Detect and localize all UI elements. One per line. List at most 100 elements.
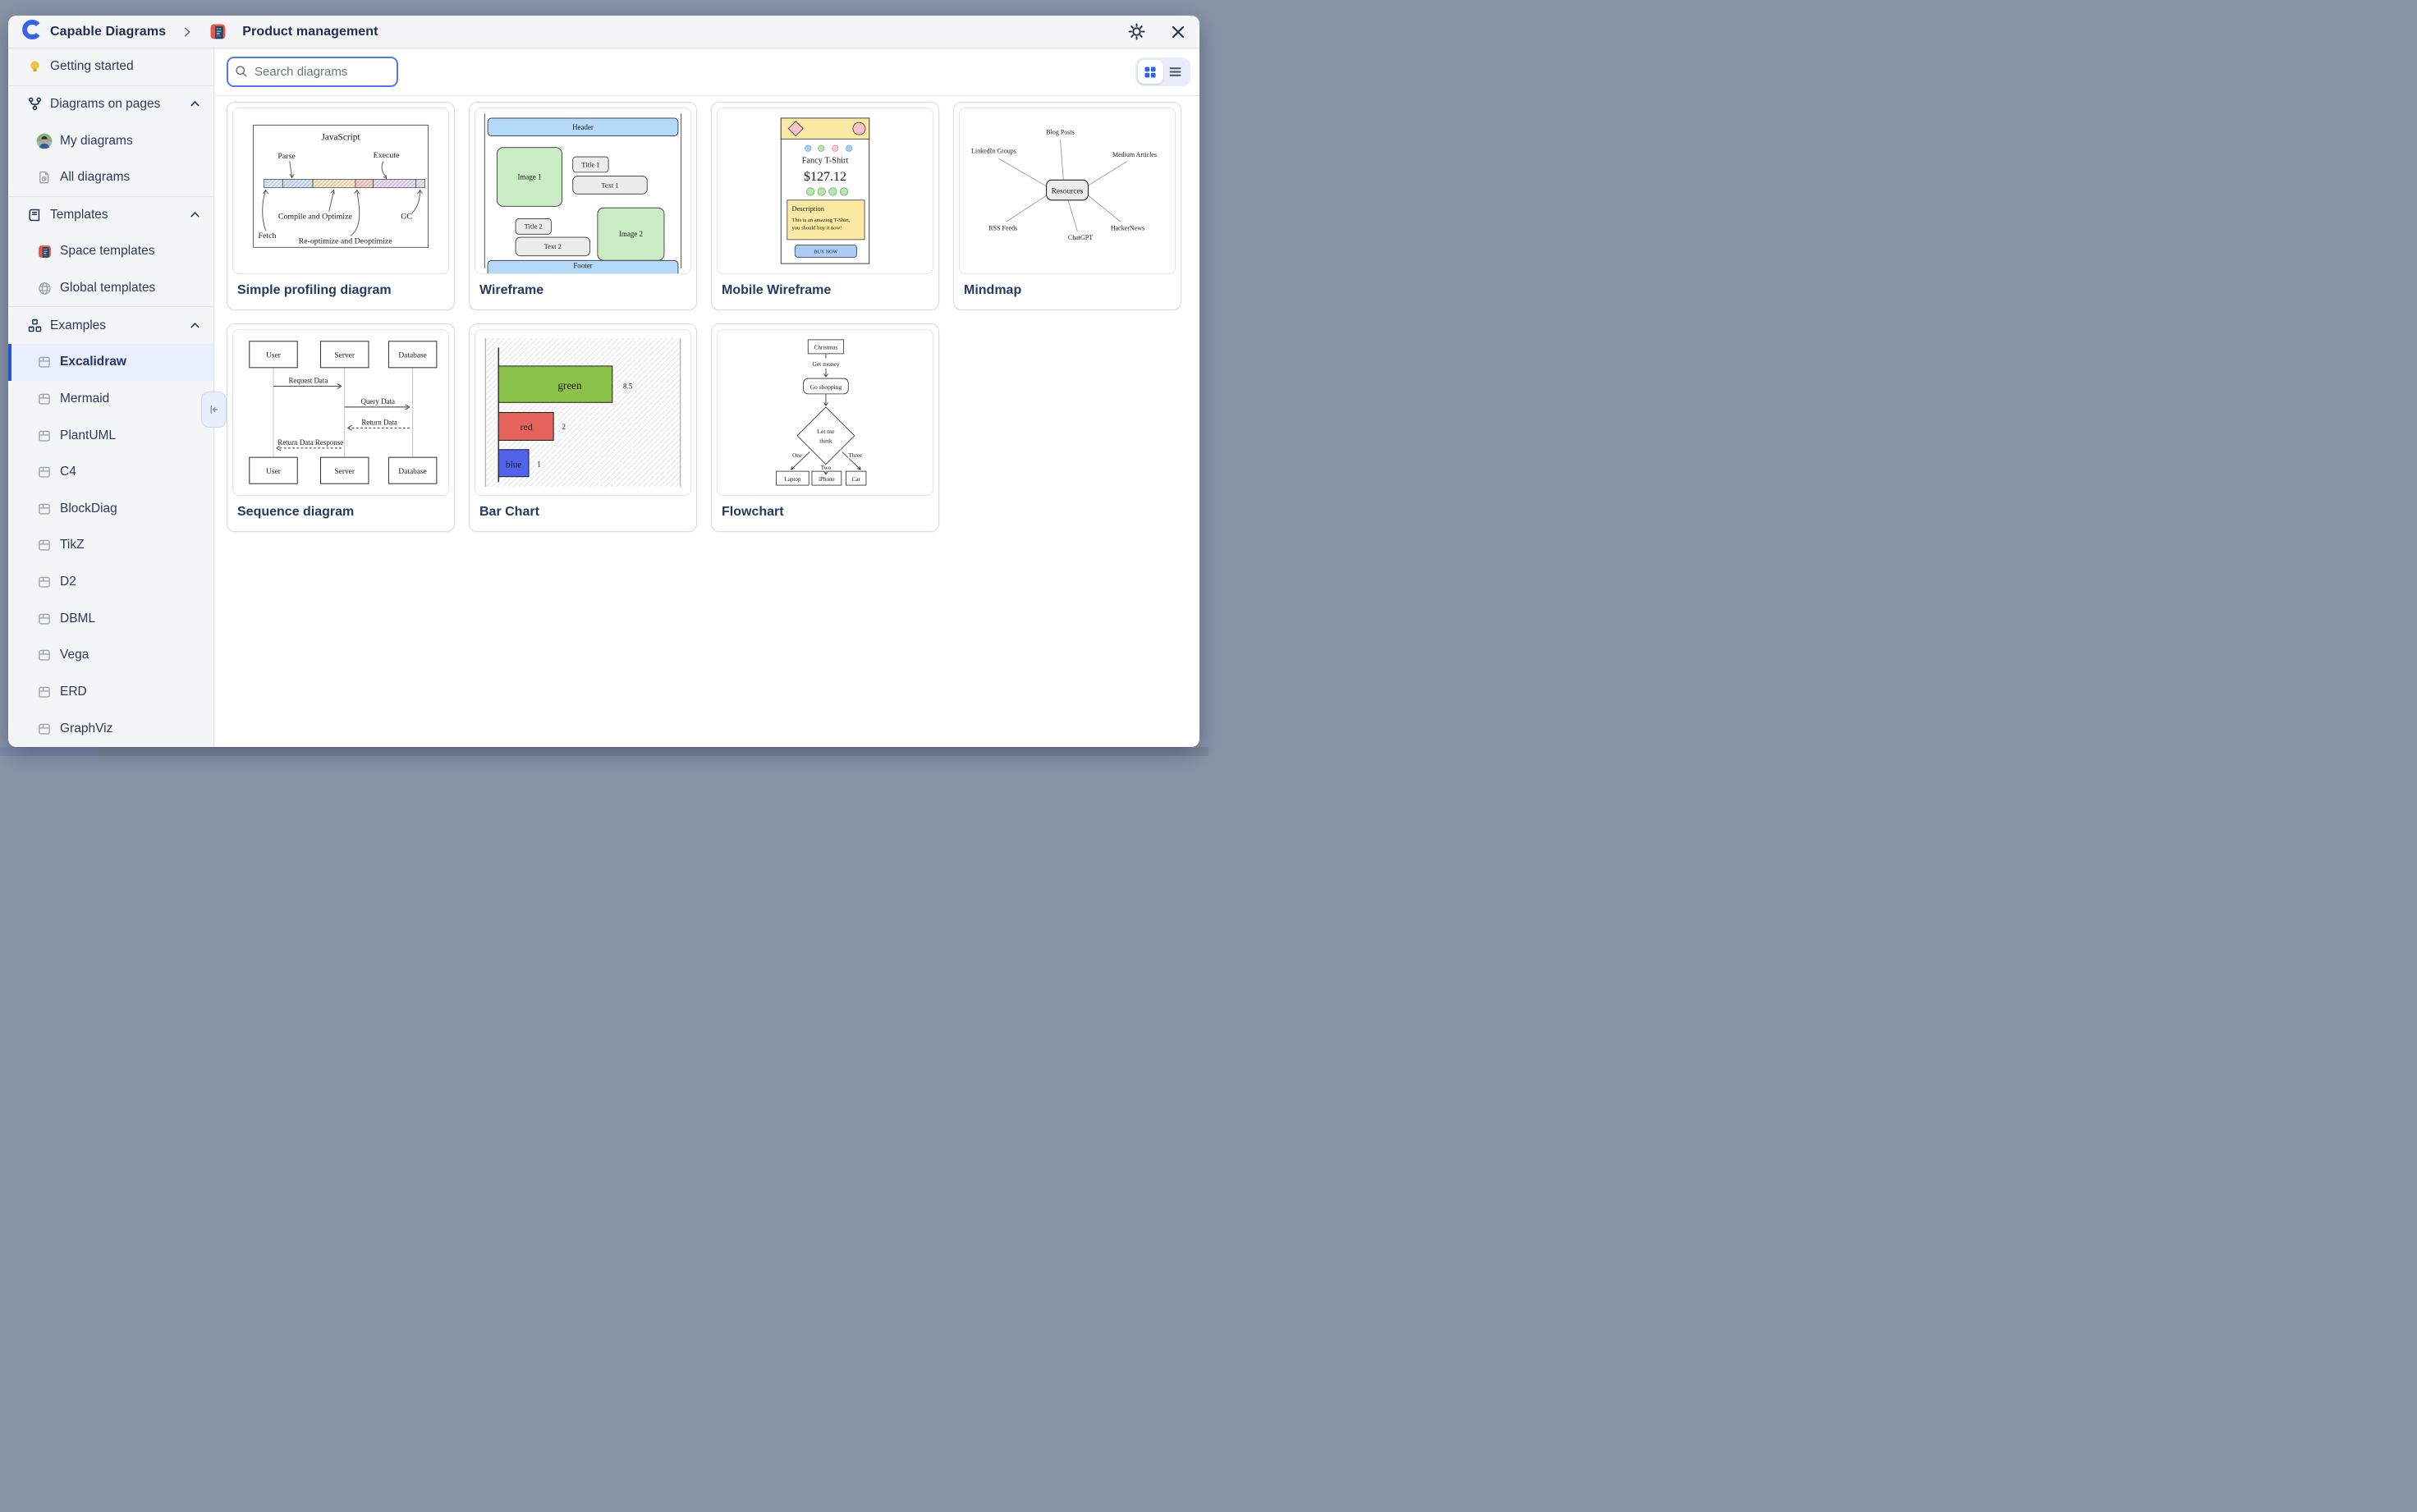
sidebar-item-label: Global templates	[60, 281, 155, 296]
diagram-label: Description	[791, 204, 824, 213]
diagram-card-title: Sequence diagram	[227, 496, 454, 520]
sidebar-section-diagrams-on-pages[interactable]: Diagrams on pages	[8, 86, 213, 123]
diagram-label: Title 2	[525, 222, 543, 231]
capable-diagrams-dialog: Capable Diagrams Product management	[8, 16, 1199, 747]
template-item-icon	[36, 464, 53, 480]
sidebar-item-label: Vega	[60, 648, 89, 662]
diagram-label: Fetch	[258, 231, 276, 241]
sidebar-item-label: PlantUML	[60, 428, 116, 443]
diagram-label: Parse	[277, 152, 296, 161]
diagram-card-simple-profiling[interactable]: JavaScript Parse Execute	[227, 102, 455, 310]
template-item-icon	[36, 501, 53, 517]
bar-value: 8.5	[623, 382, 633, 390]
main-content: JavaScript Parse Execute	[214, 48, 1199, 747]
list-icon	[1168, 65, 1182, 79]
space-doc-icon	[36, 243, 53, 259]
sidebar-collapse-button[interactable]	[201, 392, 227, 428]
diagram-card-bar-chart[interactable]: green red blue 8.5 2 1 Bar Chart	[469, 323, 697, 532]
sidebar-item-d2[interactable]: D2	[8, 564, 213, 601]
diagram-label: iPhone	[819, 476, 835, 483]
diagram-label: Resources	[1052, 187, 1084, 195]
diagram-preview: Header Image 1 Title 1 Text 1 Title 2 Te…	[475, 108, 691, 274]
diagram-label: Database	[398, 352, 426, 360]
diagram-preview: Resources Blog Posts LinkedIn Groups Med…	[959, 108, 1176, 274]
diagram-label: Image 1	[517, 172, 541, 181]
bar-value: 2	[562, 423, 566, 431]
diagram-label: Compile and Optimize	[278, 212, 353, 221]
diagram-label: This is an amazing T-Shirt,	[791, 218, 850, 223]
globe-icon	[36, 280, 53, 296]
list-view-button[interactable]	[1163, 60, 1189, 84]
sidebar-item-label: BlockDiag	[60, 502, 117, 516]
settings-button[interactable]	[1126, 21, 1148, 43]
diagram-card-wireframe[interactable]: Header Image 1 Title 1 Text 1 Title 2 Te…	[469, 102, 697, 310]
sidebar-item-vega[interactable]: Vega	[8, 637, 213, 674]
diagram-label: Let me	[817, 428, 835, 435]
sidebar-item-dbml[interactable]: DBML	[8, 600, 213, 637]
diagram-card-mindmap[interactable]: Resources Blog Posts LinkedIn Groups Med…	[953, 102, 1181, 310]
sidebar-item-label: TikZ	[60, 538, 85, 552]
sidebar-item-plantuml[interactable]: PlantUML	[8, 417, 213, 454]
sidebar-section-templates[interactable]: Templates	[8, 197, 213, 234]
diagram-label: $127.12	[804, 170, 846, 184]
template-item-icon	[36, 354, 53, 370]
diagram-label: User	[266, 468, 282, 476]
template-item-icon	[36, 721, 53, 737]
gear-icon	[1127, 22, 1146, 41]
sidebar-section-examples[interactable]: Examples	[8, 307, 213, 344]
sidebar-item-getting-started[interactable]: Getting started	[8, 48, 213, 85]
sidebar-item-label: DBML	[60, 612, 95, 626]
sidebar-item-blockdiag[interactable]: BlockDiag	[8, 491, 213, 528]
close-button[interactable]	[1168, 22, 1188, 42]
search-input[interactable]	[227, 57, 398, 87]
page-title: Product management	[242, 25, 378, 39]
sidebar-item-excalidraw[interactable]: Excalidraw	[8, 344, 213, 381]
diagram-card-title: Wireframe	[470, 274, 696, 298]
branch-icon	[26, 96, 43, 112]
grid-icon	[1144, 66, 1157, 79]
diagram-label: Get money	[812, 360, 839, 368]
chevron-right-icon	[180, 25, 195, 39]
sidebar-item-label: My diagrams	[60, 134, 133, 149]
diagram-label: Server	[334, 352, 355, 360]
sidebar-item-my-diagrams[interactable]: My diagrams	[8, 122, 213, 159]
capable-diagrams-logo-icon	[21, 19, 43, 44]
diagram-label: BUY NOW	[814, 250, 838, 254]
diagram-label: ChatGPT	[1068, 234, 1093, 241]
diagram-preview: User Server Database User Server Databas…	[232, 329, 449, 496]
diagram-label: Christmas	[814, 345, 838, 351]
dialog-header: Capable Diagrams Product management	[8, 16, 1199, 48]
sidebar-item-all-diagrams[interactable]: All diagrams	[8, 159, 213, 196]
sidebar-item-global-templates[interactable]: Global templates	[8, 270, 213, 307]
template-item-icon	[36, 684, 53, 700]
diagram-label: Two	[821, 465, 832, 471]
diagram-card-mobile-wireframe[interactable]: Fancy T-Shirt $127.12 Description This i…	[711, 102, 939, 310]
diagram-card-flowchart[interactable]: Christmas Get money Go shopping Let me t…	[711, 323, 939, 532]
bar-label: red	[521, 422, 533, 433]
sidebar-item-label: All diagrams	[60, 170, 130, 185]
sidebar-item-space-templates[interactable]: Space templates	[8, 233, 213, 270]
diagram-card-sequence[interactable]: User Server Database User Server Databas…	[227, 323, 455, 532]
diagram-label: Blog Posts	[1046, 129, 1074, 136]
sidebar-item-c4[interactable]: C4	[8, 454, 213, 491]
template-item-icon	[36, 537, 53, 553]
sidebar-item-tikz[interactable]: TikZ	[8, 527, 213, 564]
diagram-card-title: Mindmap	[954, 274, 1181, 298]
diagram-label: Image 2	[619, 230, 643, 238]
diagram-card-title: Mobile Wireframe	[712, 274, 938, 298]
diagram-label: Request Data	[288, 377, 328, 385]
sidebar-item-graphviz[interactable]: GraphViz	[8, 710, 213, 747]
diagram-label: One	[792, 452, 802, 459]
diagram-label: Server	[334, 468, 355, 476]
diagram-card-title: Simple profiling diagram	[227, 274, 454, 298]
breadcrumb: Capable Diagrams Product management	[21, 19, 378, 44]
diagram-label: Medium Articles	[1112, 151, 1157, 158]
sidebar-item-erd[interactable]: ERD	[8, 674, 213, 711]
diagram-label: Title 1	[581, 160, 599, 168]
sidebar-item-mermaid[interactable]: Mermaid	[8, 381, 213, 418]
template-item-icon	[36, 611, 53, 627]
grid-view-button[interactable]	[1138, 60, 1163, 84]
app-name[interactable]: Capable Diagrams	[50, 25, 166, 39]
sidebar-item-label: Space templates	[60, 244, 154, 259]
diagram-label: Three	[849, 452, 862, 459]
